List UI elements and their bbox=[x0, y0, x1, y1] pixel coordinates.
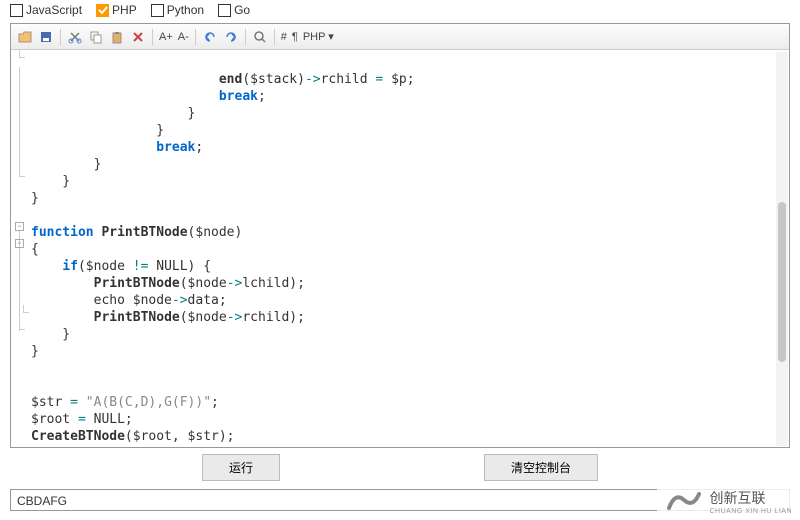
copy-icon[interactable] bbox=[88, 29, 104, 45]
separator bbox=[274, 29, 275, 45]
language-dropdown[interactable]: PHP ▾ bbox=[303, 30, 334, 43]
checkbox-icon bbox=[10, 4, 23, 17]
lang-javascript[interactable]: JavaScript bbox=[10, 3, 82, 17]
font-decrease-button[interactable]: A- bbox=[178, 31, 189, 43]
code-textarea[interactable]: end($stack)->rchild = $p; break; } } bre… bbox=[11, 50, 789, 447]
separator bbox=[152, 29, 153, 45]
watermark-subtitle: CHUANG XIN HU LIAN bbox=[709, 508, 792, 515]
font-increase-button[interactable]: A+ bbox=[159, 31, 173, 43]
undo-icon[interactable] bbox=[202, 29, 218, 45]
lang-label: Go bbox=[234, 3, 250, 17]
button-row: 运行 清空控制台 bbox=[0, 454, 800, 481]
cut-icon[interactable] bbox=[67, 29, 83, 45]
run-button[interactable]: 运行 bbox=[202, 454, 280, 481]
watermark: 创新互联 CHUANG XIN HU LIAN bbox=[657, 482, 800, 520]
scrollbar[interactable] bbox=[776, 52, 788, 446]
scrollbar-thumb[interactable] bbox=[778, 202, 786, 362]
checkbox-checked-icon bbox=[96, 4, 109, 17]
separator bbox=[195, 29, 196, 45]
watermark-brand: 创新互联 bbox=[709, 488, 792, 508]
lang-go[interactable]: Go bbox=[218, 3, 250, 17]
checkbox-icon bbox=[151, 4, 164, 17]
lang-label: PHP bbox=[112, 3, 137, 17]
paste-icon[interactable] bbox=[109, 29, 125, 45]
language-bar: JavaScript PHP Python Go bbox=[0, 0, 800, 20]
separator bbox=[60, 29, 61, 45]
editor: A+ A- # ¶ PHP ▾ end($stack)->rchild = $p… bbox=[10, 23, 790, 448]
lang-label: JavaScript bbox=[26, 3, 82, 17]
pilcrow-button[interactable]: ¶ bbox=[292, 31, 298, 43]
open-icon[interactable] bbox=[17, 29, 33, 45]
hash-button[interactable]: # bbox=[281, 31, 287, 43]
lang-php[interactable]: PHP bbox=[96, 3, 137, 17]
search-icon[interactable] bbox=[252, 29, 268, 45]
chevron-down-icon: ▾ bbox=[328, 31, 334, 43]
logo-icon bbox=[665, 486, 703, 516]
checkbox-icon bbox=[218, 4, 231, 17]
save-icon[interactable] bbox=[38, 29, 54, 45]
clear-console-button[interactable]: 清空控制台 bbox=[484, 454, 598, 481]
delete-icon[interactable] bbox=[130, 29, 146, 45]
separator bbox=[245, 29, 246, 45]
lang-python[interactable]: Python bbox=[151, 3, 204, 17]
editor-toolbar: A+ A- # ¶ PHP ▾ bbox=[11, 24, 789, 50]
lang-label: Python bbox=[167, 3, 204, 17]
redo-icon[interactable] bbox=[223, 29, 239, 45]
